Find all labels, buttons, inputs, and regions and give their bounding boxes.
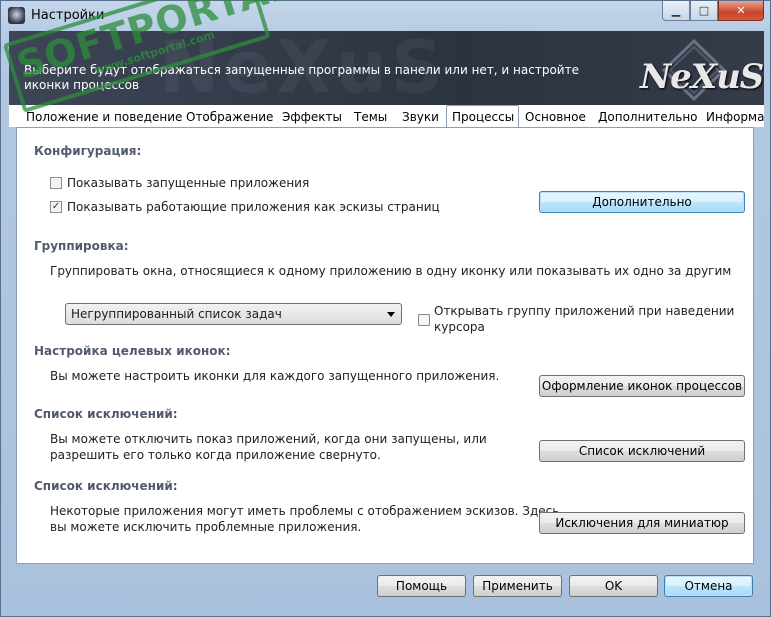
minimize-icon: ▁ xyxy=(671,4,681,17)
show-thumbnails-row[interactable]: ✓ Показывать работающие приложения как э… xyxy=(50,200,440,214)
target-icons-section-title: Настройка целевых иконок: xyxy=(34,344,231,358)
nexus-logo: NeXuS xyxy=(634,39,764,101)
maximize-button[interactable]: □ xyxy=(690,1,718,21)
exclusions-list-button[interactable]: Список исключений xyxy=(539,440,745,462)
settings-window: Настройки ▁ □ ✕ NeXuS Выберите будут ото… xyxy=(0,0,771,617)
title-bar[interactable]: Настройки ▁ □ ✕ xyxy=(1,1,770,31)
help-button[interactable]: Помощь xyxy=(377,575,466,597)
open-group-on-hover-label-2: курсора xyxy=(434,320,485,334)
show-thumbnails-checkbox[interactable]: ✓ xyxy=(50,201,62,213)
grouping-section-title: Группировка: xyxy=(34,239,129,253)
tab-processes[interactable]: Процессы xyxy=(446,105,519,127)
thumb-exclusions-section-title: Список исключений: xyxy=(34,479,178,493)
show-running-checkbox[interactable] xyxy=(50,177,62,189)
thumb-exclusions-description-1: Некоторые приложения могут иметь проблем… xyxy=(50,504,560,518)
tab-bar: Положение и поведение Отображение Эффект… xyxy=(9,105,764,127)
target-icons-description: Вы можете настроить иконки для каждого з… xyxy=(50,369,500,383)
show-running-label: Показывать запущенные приложения xyxy=(67,176,310,190)
checkmark-icon: ✓ xyxy=(51,201,61,212)
minimize-button[interactable]: ▁ xyxy=(662,1,690,21)
tab-advanced[interactable]: Дополнительно xyxy=(593,108,703,127)
tab-themes[interactable]: Темы xyxy=(349,108,392,127)
window-title: Настройки xyxy=(31,8,105,23)
tab-effects[interactable]: Эффекты xyxy=(277,108,347,127)
logo-text: NeXuS xyxy=(640,57,764,97)
thumb-exclusions-description-2: вы можете исключить проблемные приложени… xyxy=(50,520,362,534)
tab-info[interactable]: Информац xyxy=(701,108,764,127)
show-running-row[interactable]: Показывать запущенные приложения xyxy=(50,176,309,190)
exclusions-description-2: разрешить его только когда приложение св… xyxy=(50,448,381,462)
grouping-description: Группировать окна, относящиеся к одному … xyxy=(50,264,732,278)
header-banner: NeXuS Выберите будут отображаться запуще… xyxy=(9,31,764,105)
tab-position-behavior[interactable]: Положение и поведение xyxy=(21,108,187,127)
process-icons-button[interactable]: Оформление иконок процессов xyxy=(539,375,745,397)
window-controls: ▁ □ ✕ xyxy=(662,1,764,21)
close-icon: ✕ xyxy=(736,4,746,17)
grouping-select-value: Негруппированный список задач xyxy=(71,307,282,321)
tab-general[interactable]: Основное xyxy=(520,108,591,127)
thumbnail-exclusions-button[interactable]: Исключения для миниатюр xyxy=(539,512,745,534)
close-button[interactable]: ✕ xyxy=(718,1,764,21)
chevron-down-icon xyxy=(387,312,395,317)
ok-button[interactable]: OK xyxy=(569,575,658,597)
tab-display[interactable]: Отображение xyxy=(181,108,278,127)
open-group-on-hover-label-1: Открывать группу приложений при наведени… xyxy=(434,304,735,318)
show-thumbnails-label: Показывать работающие приложения как эск… xyxy=(67,200,440,214)
config-section-title: Конфигурация: xyxy=(34,144,142,158)
header-description: Выберите будут отображаться запущенные п… xyxy=(24,63,579,92)
maximize-icon: □ xyxy=(698,4,710,17)
processes-panel: Конфигурация: Показывать запущенные прил… xyxy=(16,127,754,564)
cancel-button[interactable]: Отмена xyxy=(664,575,753,597)
grouping-select[interactable]: Негруппированный список задач xyxy=(65,303,402,325)
apply-button[interactable]: Применить xyxy=(473,575,562,597)
exclusions-section-title: Список исключений: xyxy=(34,407,178,421)
nexus-app-icon xyxy=(8,7,25,24)
exclusions-description-1: Вы можете отключить показ приложений, ко… xyxy=(50,432,487,446)
tab-sounds[interactable]: Звуки xyxy=(397,108,444,127)
open-group-on-hover-checkbox[interactable] xyxy=(418,314,430,326)
advanced-button[interactable]: Дополнительно xyxy=(539,191,745,213)
